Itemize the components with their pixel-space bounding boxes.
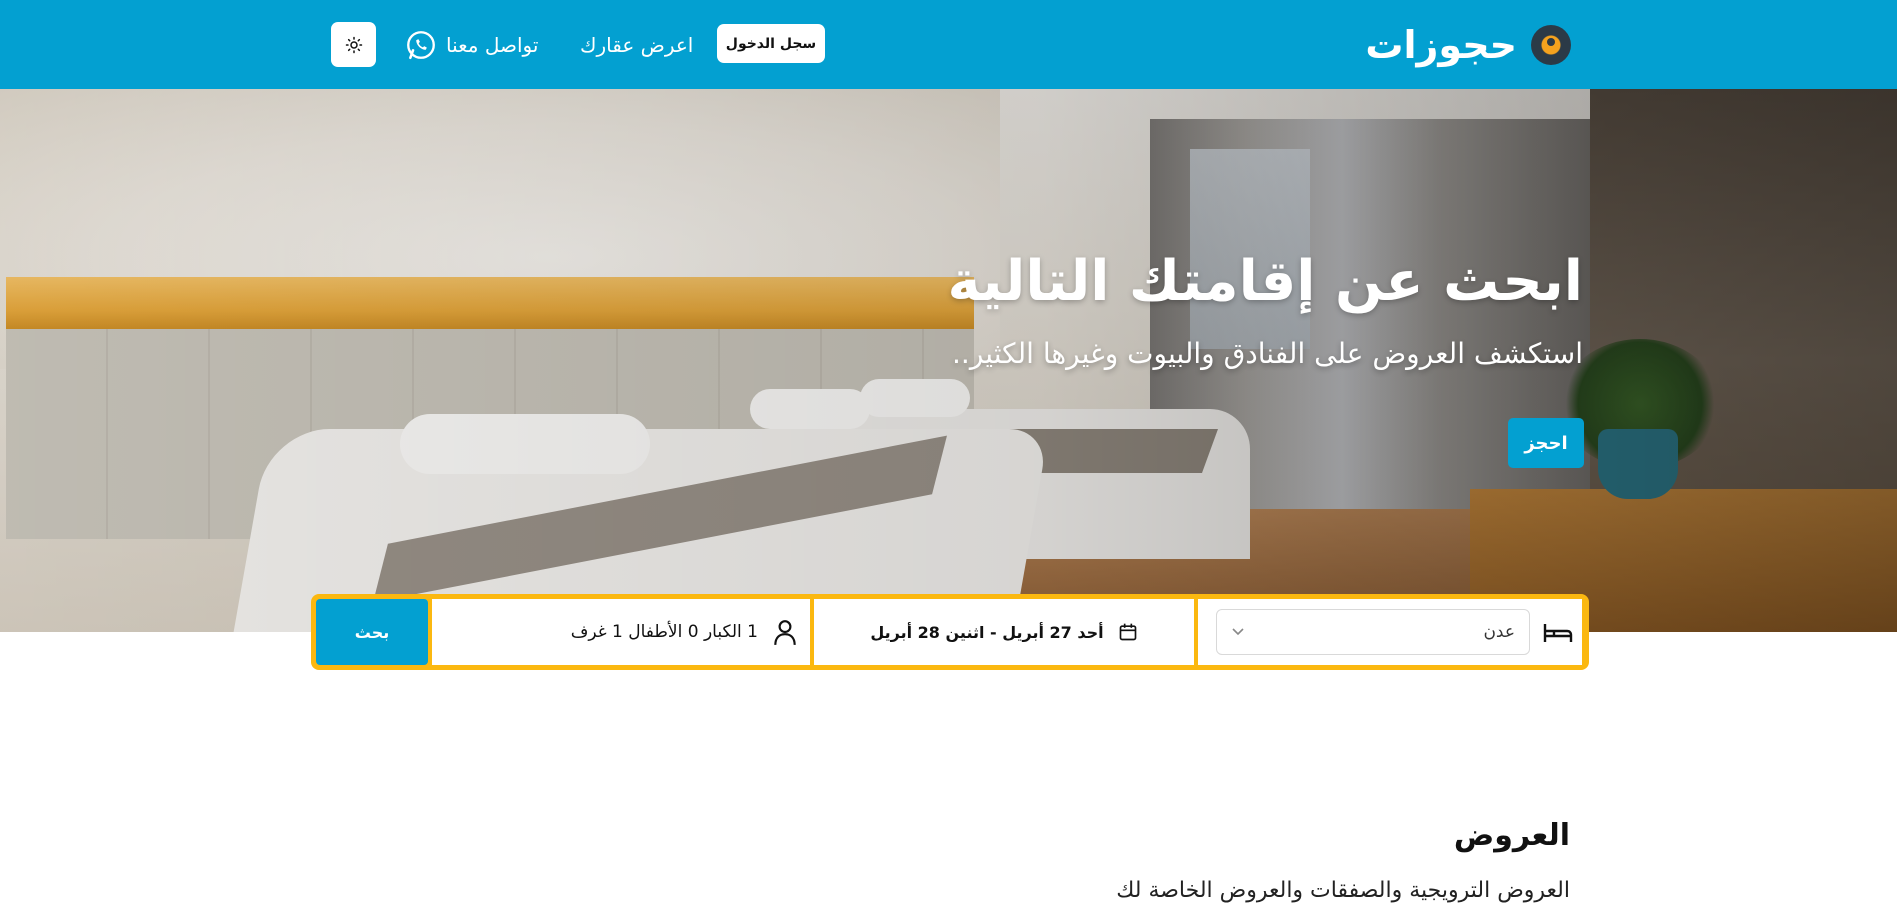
hero-banner: ابحث عن إقامتك التالية استكشف العروض على… — [0, 89, 1897, 632]
search-button[interactable]: بحث — [316, 599, 428, 665]
list-property-link[interactable]: اعرض عقارك — [580, 30, 693, 60]
login-button[interactable]: سجل الدخول — [717, 24, 825, 63]
brand-name: حجوزات — [1365, 23, 1517, 67]
guests-selector[interactable]: 1 الكبار 0 الأطفال 1 غرف — [432, 599, 810, 665]
offers-title: العروض — [1453, 818, 1570, 853]
hero-title: ابحث عن إقامتك التالية — [947, 249, 1583, 314]
hero-overlay — [0, 89, 1897, 632]
location-pin-logo-icon — [1531, 25, 1571, 65]
date-range-picker[interactable]: أحد 27 أبريل - اثنين 28 أبريل — [814, 599, 1194, 665]
person-icon — [774, 620, 796, 645]
hero-subtitle: استكشف العروض على الفنادق والبيوت وغيرها… — [952, 337, 1583, 370]
bed-icon — [1543, 624, 1573, 642]
dates-value: أحد 27 أبريل - اثنين 28 أبريل — [870, 622, 1104, 642]
search-bar: بحث 1 الكبار 0 الأطفال 1 غرف أحد 27 أبري… — [311, 594, 1589, 670]
calendar-icon — [1119, 623, 1136, 641]
destination-field: عدن — [1198, 599, 1582, 665]
guests-value: 1 الكبار 0 الأطفال 1 غرف — [570, 622, 758, 642]
contact-us-link[interactable]: تواصل معنا — [404, 28, 538, 62]
top-nav-bar: حجوزات سجل الدخول اعرض عقارك تواصل معنا — [0, 0, 1897, 89]
contact-us-label: تواصل معنا — [446, 33, 539, 57]
book-now-button[interactable]: احجز — [1508, 418, 1584, 468]
brand[interactable]: حجوزات — [1365, 18, 1571, 72]
whatsapp-icon — [407, 31, 435, 60]
offers-subtitle: العروض الترويجية والصفقات والعروض الخاصة… — [1116, 878, 1570, 903]
theme-toggle-button[interactable] — [331, 22, 376, 67]
chevron-down-icon — [1232, 628, 1244, 636]
destination-select[interactable]: عدن — [1216, 609, 1530, 655]
destination-value: عدن — [1483, 622, 1515, 642]
sun-icon — [345, 36, 362, 53]
